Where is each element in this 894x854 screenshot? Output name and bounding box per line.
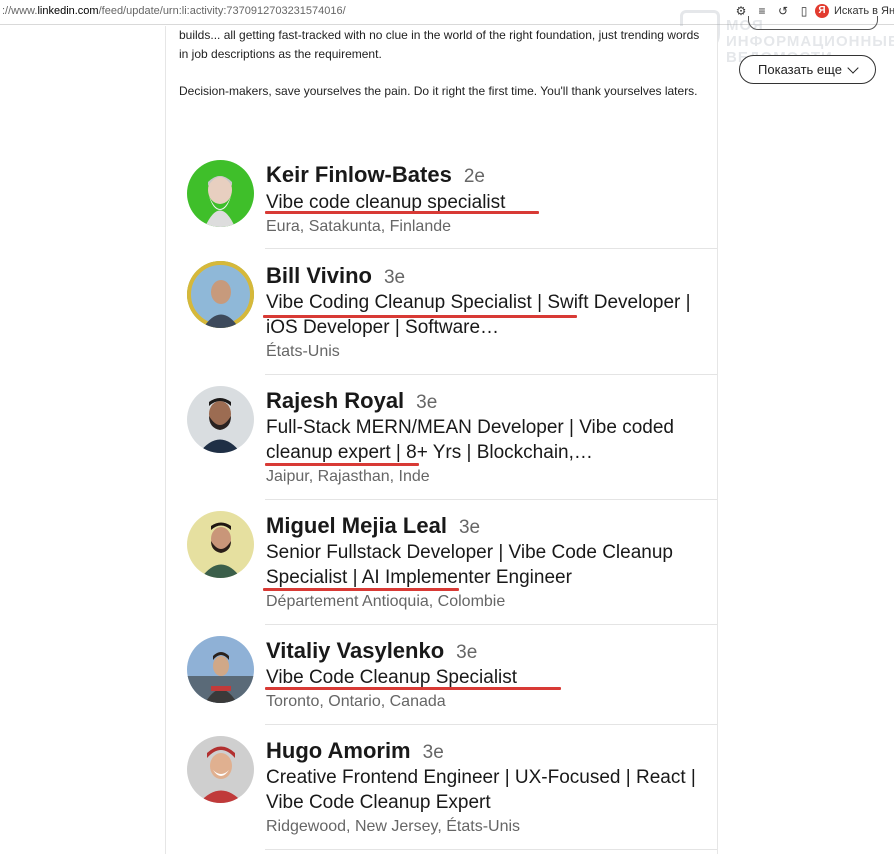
red-underline-annotation <box>265 687 561 690</box>
person-location: Ridgewood, New Jersey, États-Unis <box>266 818 521 835</box>
person-location: États-Unis <box>266 343 340 360</box>
red-underline-annotation <box>263 315 577 318</box>
person-name[interactable]: Vitaliy Vasylenko 3e <box>266 638 477 664</box>
connection-degree: 3e <box>383 267 406 288</box>
avatar[interactable] <box>187 261 254 328</box>
post-paragraph: Decision-makers, save yourselves the pai… <box>179 84 698 98</box>
connection-degree: 3e <box>422 742 444 763</box>
divider <box>265 374 717 375</box>
person-location: Département Antioquia, Colombie <box>266 593 506 610</box>
person-location: Jaipur, Rajasthan, Inde <box>266 468 430 485</box>
show-more-label: Показать еще <box>758 62 842 77</box>
url-text[interactable]: ://www.linkedin.com/feed/update/urn:li:a… <box>2 5 346 17</box>
avatar[interactable] <box>187 736 254 803</box>
avatar[interactable] <box>187 160 254 227</box>
person-headline: Senior Fullstack Developer | Vibe Code C… <box>266 542 673 588</box>
divider <box>265 849 717 850</box>
sidebar-button-partial[interactable] <box>748 16 878 30</box>
connection-degree: 2e <box>463 166 485 187</box>
person-headline: Creative Frontend Engineer | UX-Focused … <box>266 767 696 813</box>
avatar[interactable] <box>187 636 254 703</box>
url-prefix: ://www. <box>2 5 38 17</box>
post-body: builds... all getting fast-tracked with … <box>179 26 709 119</box>
person-name[interactable]: Rajesh Royal 3e <box>266 388 437 414</box>
connection-degree: 3e <box>458 517 481 538</box>
red-underline-annotation <box>263 588 459 591</box>
show-more-button[interactable]: Показать еще <box>739 55 876 84</box>
person-name[interactable]: Keir Finlow-Bates 2e <box>266 162 485 188</box>
person-headline: Full-Stack MERN/MEAN Developer | Vibe co… <box>266 417 674 463</box>
url-domain: linkedin.com <box>37 5 99 17</box>
connection-degree: 3e <box>456 642 478 663</box>
red-underline-annotation <box>265 211 539 214</box>
divider <box>265 624 717 625</box>
person-name[interactable]: Miguel Mejia Leal 3e <box>266 513 480 539</box>
connection-degree: 3e <box>416 392 438 413</box>
person-name[interactable]: Hugo Amorim 3e <box>266 738 444 764</box>
url-path: /feed/update/urn:li:activity:73709127032… <box>98 5 346 17</box>
divider <box>265 248 717 249</box>
person-location: Eura, Satakunta, Finlande <box>266 218 452 235</box>
person-name[interactable]: Bill Vivino 3e <box>266 263 405 289</box>
avatar[interactable] <box>187 386 254 453</box>
divider <box>265 724 717 725</box>
avatar[interactable] <box>187 511 254 578</box>
chevron-down-icon <box>847 61 859 74</box>
post-paragraph: builds... all getting fast-tracked with … <box>179 28 700 61</box>
person-location: Toronto, Ontario, Canada <box>266 693 446 710</box>
red-underline-annotation <box>265 463 419 466</box>
divider <box>265 499 717 500</box>
